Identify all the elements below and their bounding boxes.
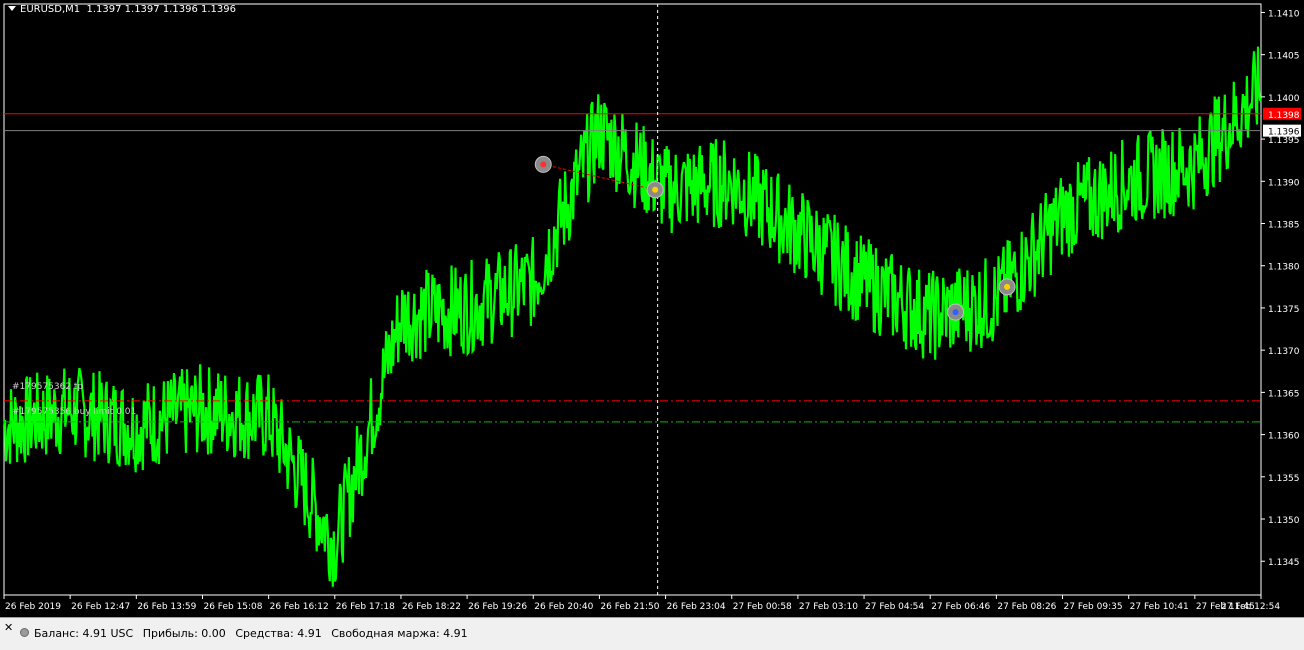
price-tick-label: 1.1385 bbox=[1268, 221, 1300, 231]
balance-text: Баланс: 4.91 USC bbox=[34, 627, 134, 640]
buy-limit-order-label: #179575356 buy limit 0.01 bbox=[12, 407, 137, 417]
time-tick-label: 27 Feb 12:54 bbox=[1221, 602, 1280, 612]
ohlc-values: 1.1397 1.1397 1.1396 1.1396 bbox=[86, 4, 236, 15]
profit-text: Прибыль: 0.00 bbox=[142, 627, 226, 640]
time-tick-label: 27 Feb 04:54 bbox=[865, 602, 924, 612]
time-tick-label: 26 Feb 19:26 bbox=[468, 602, 527, 612]
connection-status-icon bbox=[20, 628, 29, 637]
price-tick-label: 1.1345 bbox=[1268, 558, 1300, 568]
time-tick-label: 27 Feb 00:58 bbox=[733, 602, 792, 612]
price-tick-label: 1.1360 bbox=[1268, 432, 1300, 442]
price-tick-label: 1.1405 bbox=[1268, 52, 1300, 62]
time-tick-label: 27 Feb 10:41 bbox=[1130, 602, 1189, 612]
price-series-line bbox=[2, 46, 1262, 587]
price-chart[interactable]: 1.14101.14051.14001.13951.13901.13851.13… bbox=[0, 0, 1304, 617]
time-tick-label: 27 Feb 09:35 bbox=[1064, 602, 1123, 612]
account-summary: Баланс: 4.91 USC Прибыль: 0.00 Средства:… bbox=[20, 626, 474, 642]
close-icon[interactable]: ✕ bbox=[4, 622, 13, 633]
time-tick-label: 26 Feb 23:04 bbox=[667, 602, 726, 612]
price-tick-label: 1.1350 bbox=[1268, 516, 1300, 526]
time-tick-label: 26 Feb 17:18 bbox=[336, 602, 395, 612]
price-tick-label: 1.1410 bbox=[1268, 9, 1300, 19]
time-tick-label: 26 Feb 12:47 bbox=[71, 602, 130, 612]
price-tick-label: 1.1355 bbox=[1268, 474, 1300, 484]
time-tick-label: 26 Feb 2019 bbox=[5, 602, 61, 612]
time-tick-label: 26 Feb 18:22 bbox=[402, 602, 461, 612]
time-tick-label: 26 Feb 16:12 bbox=[270, 602, 329, 612]
bid-price-label: 1.1396 bbox=[1268, 128, 1300, 138]
time-tick-label: 26 Feb 15:08 bbox=[203, 602, 262, 612]
plot-frame bbox=[3, 3, 1262, 596]
price-tick-label: 1.1375 bbox=[1268, 305, 1300, 315]
status-bar: ✕ Баланс: 4.91 USC Прибыль: 0.00 Средств… bbox=[0, 617, 1304, 650]
time-tick-label: 27 Feb 08:26 bbox=[997, 602, 1056, 612]
equity-text: Средства: 4.91 bbox=[235, 627, 322, 640]
trade-close-marker-dot bbox=[652, 186, 659, 193]
time-tick-label: 26 Feb 21:50 bbox=[600, 602, 659, 612]
triangle-down-icon[interactable] bbox=[8, 6, 16, 11]
tp-order-label: #179575362 tp bbox=[12, 382, 84, 392]
price-tick-label: 1.1380 bbox=[1268, 263, 1300, 273]
price-tick-label: 1.1370 bbox=[1268, 347, 1300, 357]
chart-title: EURUSD,M1 1.1397 1.1397 1.1396 1.1396 bbox=[8, 3, 236, 17]
time-tick-label: 27 Feb 06:46 bbox=[931, 602, 990, 612]
price-tick-label: 1.1400 bbox=[1268, 94, 1300, 104]
time-tick-label: 26 Feb 13:59 bbox=[137, 602, 196, 612]
trade-open-marker-dot bbox=[540, 161, 547, 168]
chart-window[interactable]: 1.1410 1.1405 1.1400 1.1395 1.1390 1.1385 1.13… bbox=[0, 0, 1304, 617]
price-tick-label: 1.1390 bbox=[1268, 178, 1300, 188]
symbol-title: EURUSD,M1 bbox=[20, 4, 81, 15]
time-tick-label: 27 Feb 03:10 bbox=[799, 602, 858, 612]
ask-price-label: 1.1398 bbox=[1268, 111, 1300, 121]
price-tick-label: 1.1365 bbox=[1268, 389, 1300, 399]
trade-close-marker-dot bbox=[1004, 283, 1011, 290]
trade-open-marker-dot bbox=[952, 309, 959, 316]
time-tick-label: 26 Feb 20:40 bbox=[534, 602, 593, 612]
free-margin-text: Свободная маржа: 4.91 bbox=[331, 627, 468, 640]
